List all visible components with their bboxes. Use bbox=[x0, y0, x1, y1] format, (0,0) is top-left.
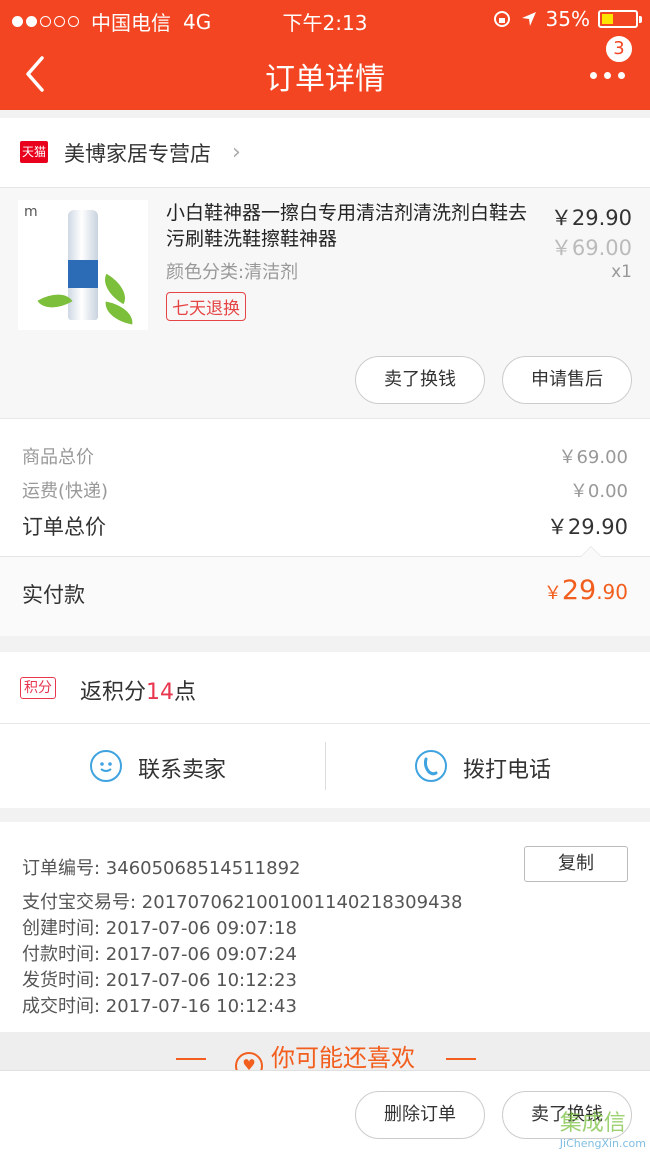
contact-seller-label: 联系卖家 bbox=[138, 758, 227, 783]
tmall-logo: 天猫 bbox=[20, 141, 48, 163]
goods-total-label: 商品总价 bbox=[22, 447, 94, 468]
rotation-lock-icon bbox=[493, 11, 510, 27]
copy-button[interactable]: 复制 bbox=[524, 846, 628, 882]
watermark: 集成信 JiChengXin.com bbox=[560, 1105, 646, 1150]
paid-amount: ￥29.90 bbox=[544, 575, 628, 606]
order-info: 订单编号: 346050685145118​92 复制 支付宝交易号: 2017… bbox=[0, 822, 650, 1032]
product-original-price: ￥69.00 bbox=[550, 236, 632, 260]
location-arrow-icon bbox=[521, 12, 536, 26]
apply-after-sale-button[interactable]: 申请售后 bbox=[502, 356, 632, 404]
currency-symbol: ￥ bbox=[543, 583, 562, 604]
sell-for-cash-button[interactable]: 卖了换钱 bbox=[355, 356, 485, 404]
phone-icon bbox=[415, 750, 447, 782]
top-bar: 中国电信 4G 下午2:13 35% 订单详情 3 bbox=[0, 0, 650, 110]
notification-badge: 3 bbox=[604, 34, 634, 64]
paid-label: 实付款 bbox=[22, 583, 85, 607]
points-prefix: 返积分 bbox=[80, 680, 147, 705]
shipped-time: 发货时间: 2017-07-06 10:12:23 bbox=[22, 970, 297, 991]
product-quantity: x1 bbox=[611, 262, 632, 282]
order-number: 订单编号: 346050685145118​92 bbox=[22, 858, 301, 879]
points-suffix: 点 bbox=[174, 680, 197, 705]
contact-seller-button[interactable]: 联系卖家 bbox=[0, 724, 325, 808]
product-variant: 颜色分类:清洁剂 bbox=[166, 262, 299, 283]
alipay-number: 支付宝交易号: 2017070621001001140218309438 bbox=[22, 892, 463, 913]
contact-bar: 联系卖家 拨打电话 bbox=[0, 724, 650, 808]
points-row: 积分 返积分14点 bbox=[0, 652, 650, 724]
paid-time: 付款时间: 2017-07-06 09:07:24 bbox=[22, 944, 297, 965]
order-total-value: ￥29.90 bbox=[546, 515, 628, 539]
bottom-action-bar: 删除订单 卖了换钱 集成信 JiChengXin.com bbox=[0, 1070, 650, 1156]
shipping-label: 运费(快递) bbox=[22, 481, 109, 502]
battery-percent: 35% bbox=[545, 7, 590, 31]
points-number: 14 bbox=[146, 680, 175, 705]
store-name: 美博家居专营店 bbox=[64, 142, 211, 166]
page-title: 订单详情 bbox=[265, 62, 385, 97]
call-phone-label: 拨打电话 bbox=[463, 758, 552, 783]
created-time: 创建时间: 2017-07-06 09:07:18 bbox=[22, 918, 297, 939]
delete-order-button[interactable]: 删除订单 bbox=[355, 1091, 485, 1139]
nav-bar: 订单详情 3 bbox=[0, 34, 650, 110]
paid-decimal: .90 bbox=[596, 580, 628, 604]
chevron-right-icon: › bbox=[232, 140, 241, 165]
points-text: 返积分14点 bbox=[80, 674, 196, 706]
shipping-value: ￥0.00 bbox=[569, 481, 628, 502]
brand-logo: m bbox=[24, 204, 38, 220]
recommend-header: ♥ 你可能还喜欢 bbox=[0, 1032, 650, 1080]
product-title: 小白鞋神器一擦白专用清洁剂清洗剂白鞋去污刷鞋洗鞋擦鞋神器 bbox=[166, 202, 528, 250]
points-tag: 积分 bbox=[20, 677, 56, 699]
product-card[interactable]: m 小白鞋神器一擦白专用清洁剂清洗剂白鞋去污刷鞋洗鞋擦鞋神器 颜色分类:清洁剂 … bbox=[0, 188, 650, 418]
watermark-url: JiChengXin.com bbox=[559, 1137, 646, 1150]
goods-total-row: 商品总价 ￥69.00 bbox=[22, 443, 628, 469]
return-policy-tag: 七天退换 bbox=[166, 292, 246, 321]
store-row[interactable]: 天猫 美博家居专营店 › bbox=[0, 118, 650, 188]
chat-face-icon bbox=[90, 750, 122, 782]
call-phone-button[interactable]: 拨打电话 bbox=[325, 724, 650, 808]
goods-total-value: ￥69.00 bbox=[558, 447, 628, 468]
order-total-row: 订单总价 ￥29.90 bbox=[22, 511, 628, 541]
caret-up-icon bbox=[580, 546, 602, 557]
product-image[interactable]: m bbox=[18, 200, 148, 330]
watermark-text: 集成信 bbox=[559, 1111, 626, 1136]
battery-icon bbox=[598, 10, 642, 28]
paid-integer: 29 bbox=[561, 575, 597, 606]
order-total-label: 订单总价 bbox=[22, 515, 106, 539]
shipping-row: 运费(快递) ￥0.00 bbox=[22, 477, 628, 503]
product-price: ￥29.90 bbox=[550, 206, 632, 230]
recommend-title-text: 你可能还喜欢 bbox=[271, 1044, 415, 1072]
paid-amount-row: 实付款 ￥29.90 bbox=[0, 556, 650, 636]
completed-time: 成交时间: 2017-07-16 10:12:43 bbox=[22, 996, 297, 1017]
right-dash bbox=[446, 1058, 476, 1060]
status-bar: 中国电信 4G 下午2:13 35% bbox=[0, 0, 650, 38]
